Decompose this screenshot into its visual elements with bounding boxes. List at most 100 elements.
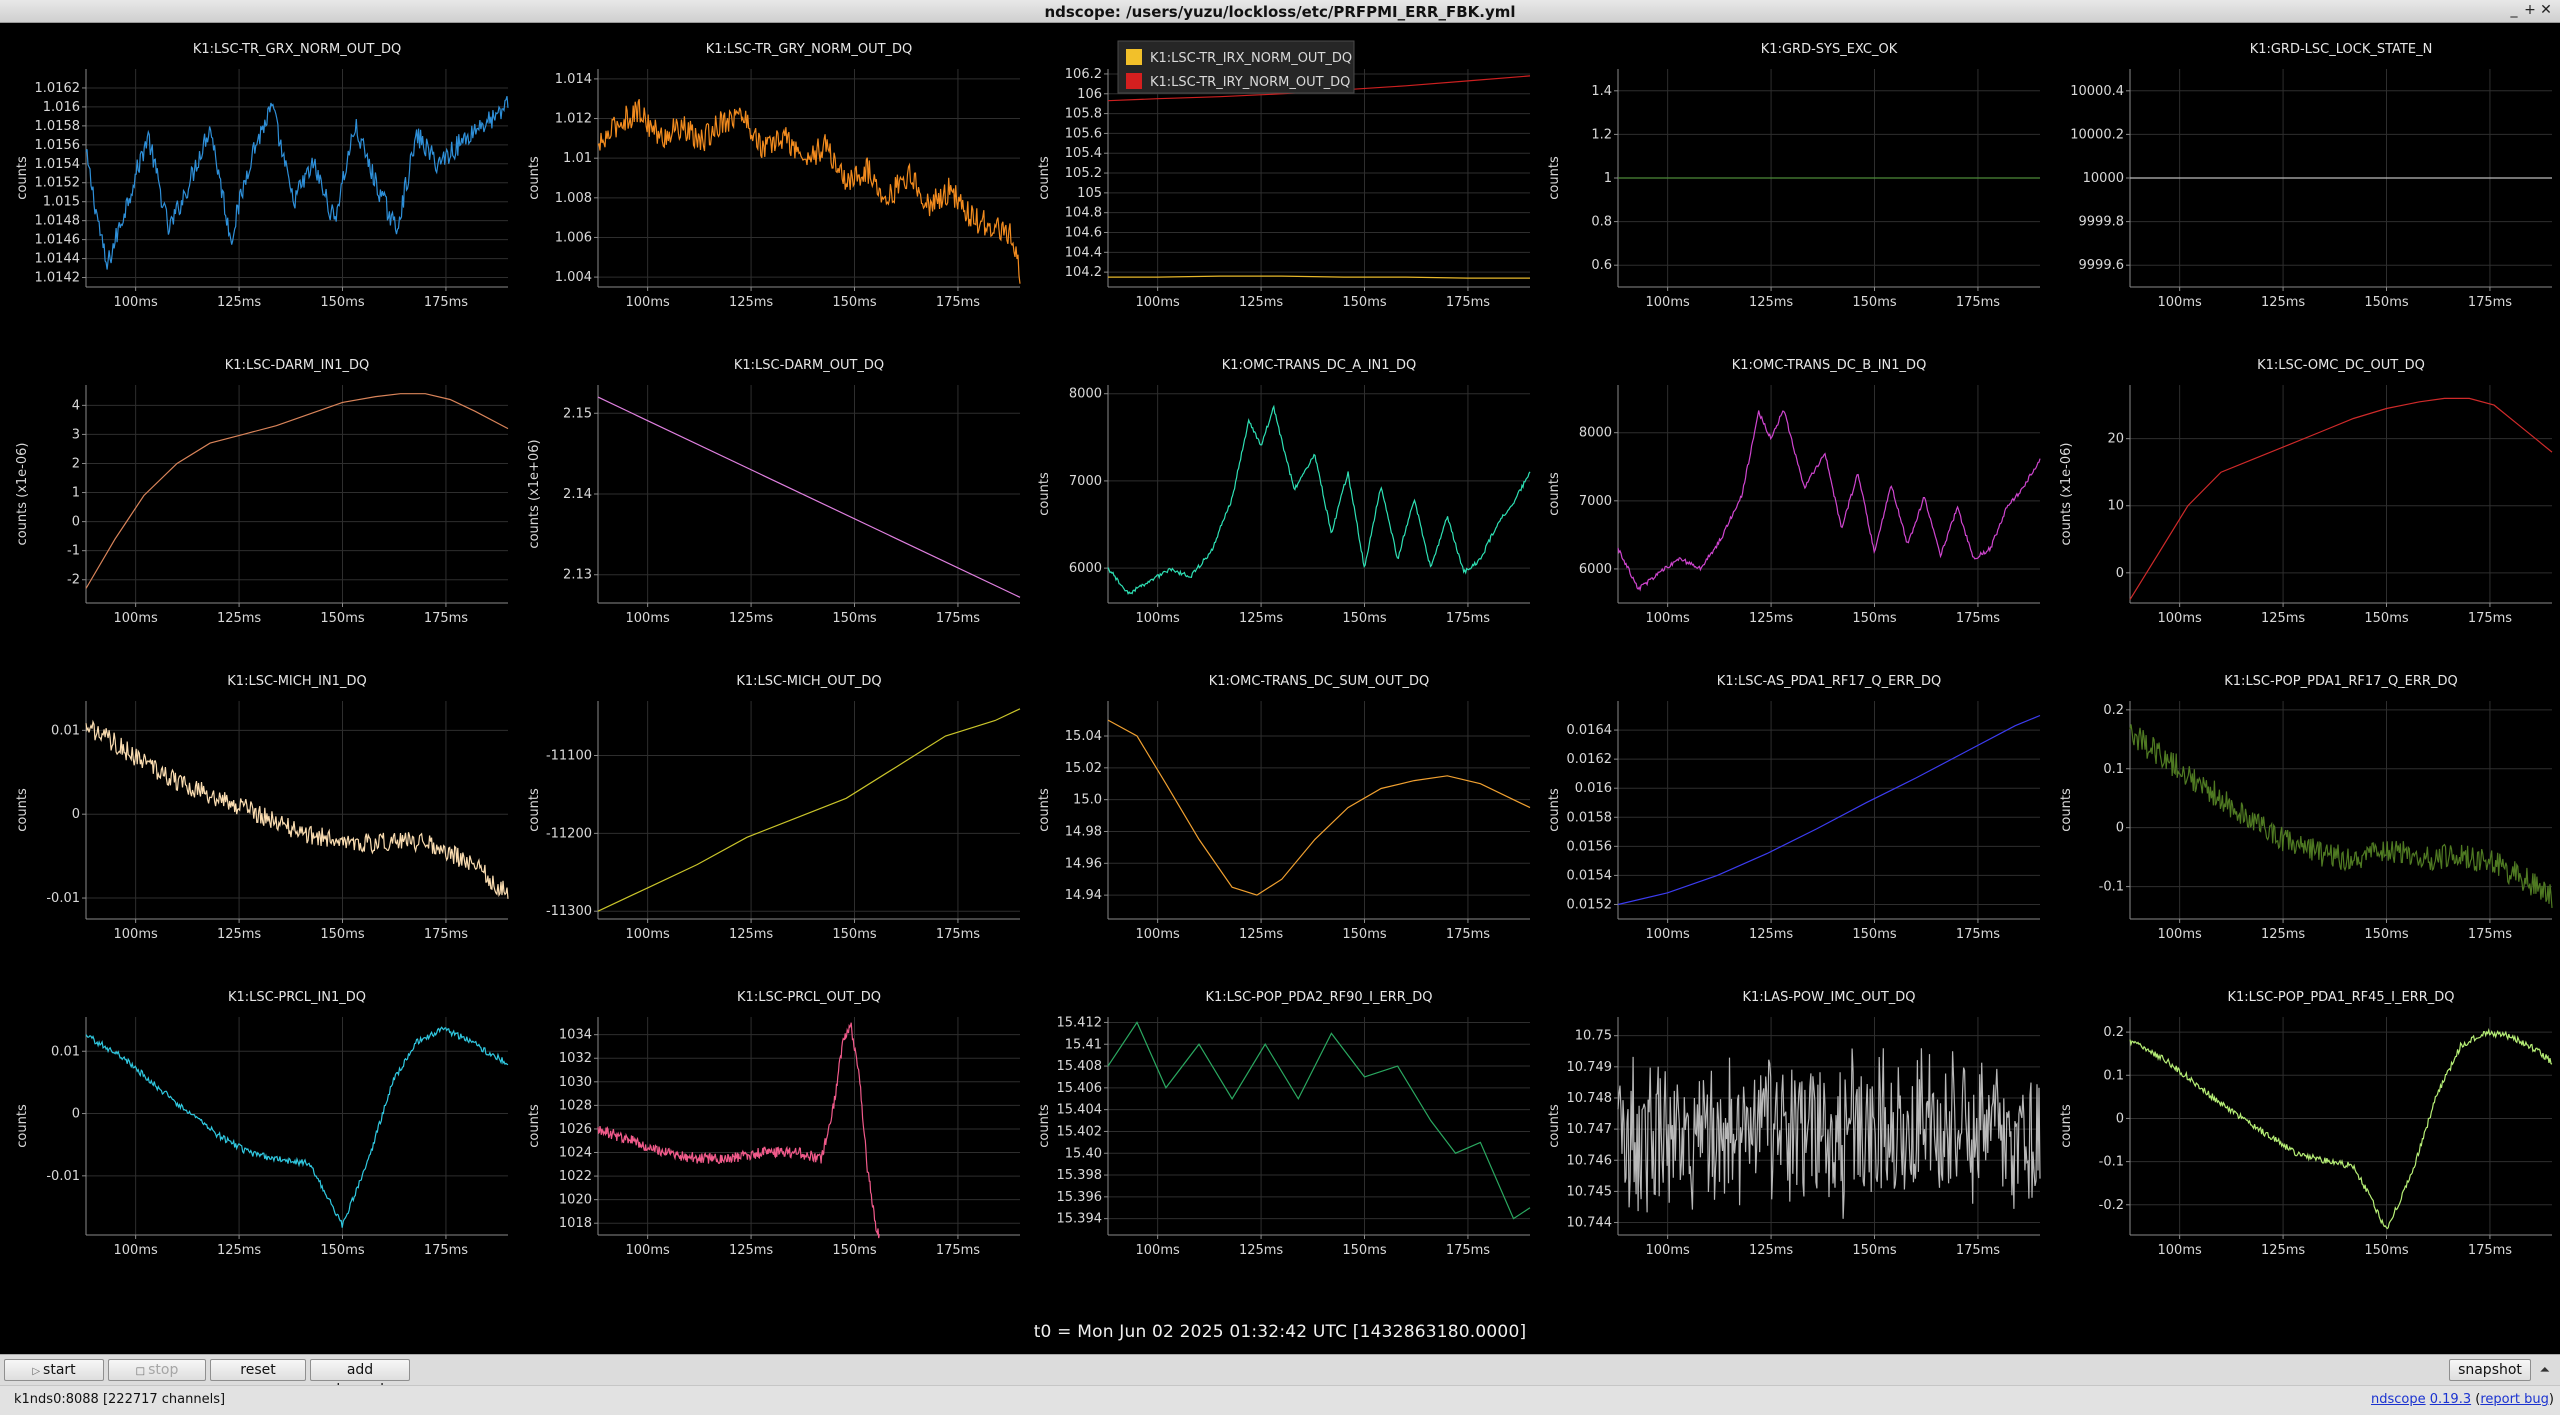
y-axis-label: counts: [527, 1104, 542, 1148]
x-tick-label: 125ms: [1239, 1243, 1283, 1258]
plot-title: K1:LSC-POP_PDA1_RF45_I_ERR_DQ: [2227, 990, 2454, 1005]
x-tick-label: 125ms: [2261, 1243, 2305, 1258]
y-tick-label: 15.402: [1057, 1124, 1103, 1139]
plot-panel-12[interactable]: K1:OMC-TRANS_DC_SUM_OUT_DQ 100ms 125ms 150m…: [1037, 674, 1531, 942]
data-series-line: [2129, 724, 2553, 908]
y-tick-label: 0.0158: [1567, 810, 1613, 825]
y-tick-label: 1018: [559, 1216, 592, 1231]
start-online-button[interactable]: ▷start online: [4, 1359, 104, 1400]
y-tick-label: 15.394: [1057, 1212, 1103, 1227]
y-tick-label: 1: [1604, 171, 1612, 186]
x-tick-label: 125ms: [217, 927, 261, 942]
y-tick-label: 104.8: [1065, 206, 1102, 221]
x-tick-label: 125ms: [1749, 927, 1793, 942]
y-tick-label: 1: [72, 486, 80, 501]
y-tick-label: 15.40: [1065, 1146, 1102, 1161]
y-tick-label: -1: [67, 544, 80, 559]
y-tick-label: 0.1: [2103, 1068, 2124, 1083]
x-tick-label: 150ms: [832, 611, 876, 626]
x-tick-label: 100ms: [1646, 1243, 1690, 1258]
plot-panel-6[interactable]: K1:LSC-DARM_OUT_DQ 100ms 125ms 150ms 175ms 2.…: [527, 358, 1021, 626]
y-tick-label: 15.0: [1073, 793, 1102, 808]
x-tick-label: 125ms: [1239, 611, 1283, 626]
y-tick-label: 0.8: [1591, 215, 1612, 230]
y-tick-label: -0.01: [46, 891, 80, 906]
plot-panel-3[interactable]: K1:GRD-SYS_EXC_OK 100ms 125ms 150ms 175ms 0.6…: [1547, 42, 2040, 310]
y-tick-label: 105.4: [1065, 146, 1102, 161]
x-tick-label: 100ms: [626, 1243, 670, 1258]
plot-panel-7[interactable]: K1:OMC-TRANS_DC_A_IN1_DQ 100ms 125ms 150ms 1…: [1037, 358, 1531, 626]
y-tick-label: 1.0156: [35, 138, 81, 153]
y-tick-label: 0: [72, 1107, 80, 1122]
x-tick-label: 100ms: [626, 295, 670, 310]
report-bug-link[interactable]: report bug: [2480, 1392, 2549, 1407]
y-tick-label: 15.408: [1057, 1059, 1103, 1074]
version-link[interactable]: 0.19.3: [2430, 1392, 2471, 1407]
y-tick-label: 15.398: [1057, 1168, 1103, 1183]
plot-panel-17[interactable]: K1:LSC-POP_PDA2_RF90_I_ERR_DQ 100ms 125ms 1…: [1037, 990, 1531, 1258]
plot-panel-16[interactable]: K1:LSC-PRCL_OUT_DQ 100ms 125ms 150ms 175ms 10…: [527, 990, 1020, 1258]
plot-panel-1[interactable]: K1:LSC-TR_GRY_NORM_OUT_DQ 100ms 125ms 150ms…: [527, 42, 1021, 310]
x-tick-label: 150ms: [832, 1243, 876, 1258]
snapshot-button[interactable]: snapshot: [2449, 1359, 2531, 1381]
plot-panel-10[interactable]: K1:LSC-MICH_IN1_DQ 100ms 125ms 150ms 175ms -0…: [15, 674, 509, 942]
plot-title: K1:LSC-AS_PDA1_RF17_Q_ERR_DQ: [1717, 674, 1941, 689]
play-icon: ▷: [32, 1366, 41, 1377]
y-tick-label: -0.2: [2099, 1198, 2124, 1213]
channel-count: [222717 channels]: [102, 1392, 226, 1407]
plot-title: K1:LSC-DARM_IN1_DQ: [225, 358, 369, 373]
y-tick-label: 105.2: [1065, 166, 1102, 181]
y-axis-label: counts: [1547, 788, 1562, 832]
y-axis-label: counts: [15, 156, 30, 200]
x-tick-label: 150ms: [1852, 1243, 1896, 1258]
x-tick-label: 175ms: [1956, 611, 2000, 626]
y-tick-label: 0.0154: [1567, 868, 1613, 883]
y-tick-label: 20: [2107, 432, 2124, 447]
add-channels-button[interactable]: add channels: [310, 1359, 410, 1398]
expand-arrow-icon[interactable]: ⏶: [2540, 1363, 2550, 1378]
plot-panel-11[interactable]: K1:LSC-MICH_OUT_DQ 100ms 125ms 150ms 175ms -1…: [527, 674, 1021, 942]
y-tick-label: 8000: [1579, 426, 1612, 441]
y-tick-label: 1.2: [1591, 127, 1612, 142]
y-axis-label: counts: [1547, 472, 1562, 516]
data-series-line: [1617, 714, 2041, 906]
data-series-line: [85, 1026, 509, 1228]
plot-panel-5[interactable]: K1:LSC-DARM_IN1_DQ 100ms 125ms 150ms 175ms -2…: [15, 358, 509, 626]
x-tick-label: 150ms: [2364, 295, 2408, 310]
data-series-line: [85, 393, 509, 589]
plot-panel-18[interactable]: K1:LAS-POW_IMC_OUT_DQ 100ms 125ms 150ms 175m…: [1547, 990, 2041, 1258]
plot-panel-19[interactable]: K1:LSC-POP_PDA1_RF45_I_ERR_DQ 100ms 125ms 1…: [2059, 990, 2553, 1258]
x-tick-label: 175ms: [936, 1243, 980, 1258]
x-tick-label: 175ms: [936, 927, 980, 942]
reset-button[interactable]: reset: [210, 1359, 306, 1381]
data-series-line: [2129, 1027, 2553, 1230]
y-tick-label: 0.6: [1591, 258, 1612, 273]
plot-panel-14[interactable]: K1:LSC-POP_PDA1_RF17_Q_ERR_DQ 100ms 125ms 1…: [2059, 674, 2553, 942]
plot-panel-8[interactable]: K1:OMC-TRANS_DC_B_IN1_DQ 100ms 125ms 150ms 1…: [1547, 358, 2041, 626]
y-axis-label: counts: [1037, 472, 1052, 516]
y-tick-label: 1.0146: [35, 233, 81, 248]
maximize-button[interactable]: +: [2523, 2, 2537, 18]
plot-title: K1:LSC-DARM_OUT_DQ: [734, 358, 884, 373]
y-tick-label: 1032: [559, 1051, 592, 1066]
y-tick-label: 15.396: [1057, 1190, 1103, 1205]
y-tick-label: 15.02: [1065, 761, 1102, 776]
plot-panel-15[interactable]: K1:LSC-PRCL_IN1_DQ 100ms 125ms 150ms 175ms -0…: [15, 990, 509, 1258]
plot-panel-0[interactable]: K1:LSC-TR_GRX_NORM_OUT_DQ 100ms 125ms 150ms…: [15, 42, 509, 310]
x-tick-label: 150ms: [2364, 927, 2408, 942]
plot-panel-13[interactable]: K1:LSC-AS_PDA1_RF17_Q_ERR_DQ 100ms 125ms 15…: [1547, 674, 2041, 942]
ndscope-link[interactable]: ndscope: [2371, 1392, 2426, 1407]
x-tick-label: 100ms: [2158, 295, 2202, 310]
minimize-button[interactable]: _: [2507, 2, 2521, 18]
plot-title: K1:LSC-OMC_DC_OUT_DQ: [2257, 358, 2425, 373]
plot-panel-2[interactable]: 100ms 125ms 150ms 175ms 104.2 104.4 104.6 104.8…: [1037, 40, 1531, 310]
x-tick-label: 125ms: [729, 927, 773, 942]
plot-panel-9[interactable]: K1:LSC-OMC_DC_OUT_DQ 100ms 125ms 150ms 175ms…: [2059, 358, 2553, 626]
close-button[interactable]: ✕: [2539, 2, 2553, 18]
y-tick-label: 10.748: [1567, 1091, 1613, 1106]
y-tick-label: 15.04: [1065, 729, 1102, 744]
x-tick-label: 125ms: [2261, 295, 2305, 310]
plot-panel-4[interactable]: K1:GRD-LSC_LOCK_STATE_N 100ms 125ms 150ms 17…: [2070, 42, 2552, 310]
x-tick-label: 175ms: [1446, 927, 1490, 942]
x-tick-label: 150ms: [832, 927, 876, 942]
